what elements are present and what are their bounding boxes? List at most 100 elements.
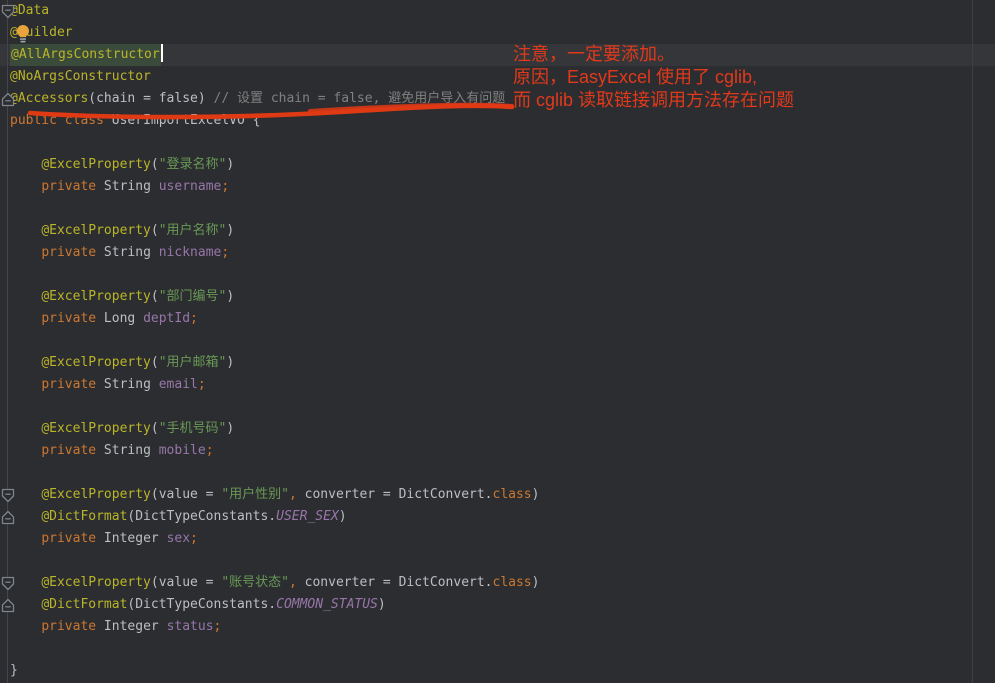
code-token: "登录名称" <box>159 157 227 172</box>
code-token: Long <box>96 311 143 326</box>
code-token: "用户名称" <box>159 223 227 238</box>
code-line[interactable]: private Long deptId; <box>0 308 995 330</box>
code-token: @ExcelProperty <box>41 223 151 238</box>
code-token: @ExcelProperty <box>41 157 151 172</box>
code-token: class <box>493 575 532 590</box>
code-line[interactable]: private String mobile; <box>0 440 995 462</box>
code-token: @ExcelProperty <box>41 355 151 370</box>
code-token: @NoArgsConstructor <box>10 69 151 84</box>
code-token: Integer <box>96 531 166 546</box>
code-token: Integer <box>96 619 166 634</box>
code-token: COMMON_STATUS <box>276 597 378 612</box>
code-line[interactable]: @DictFormat(DictTypeConstants.COMMON_STA… <box>0 594 995 616</box>
code-token: ) <box>226 223 234 238</box>
code-line[interactable]: private String email; <box>0 374 995 396</box>
code-token <box>10 289 41 304</box>
code-line[interactable]: @ExcelProperty(value = "账号状态", converter… <box>0 572 995 594</box>
code-area[interactable]: @Data @Builder@AllArgsConstructor @NoArgsC… <box>0 0 995 682</box>
code-line[interactable]: @AllArgsConstructor <box>0 44 995 66</box>
code-line[interactable] <box>0 396 995 418</box>
code-token <box>10 157 41 172</box>
code-token: ) <box>532 575 540 590</box>
code-token: ( <box>151 421 159 436</box>
code-token: sex <box>167 531 190 546</box>
fold-end-icon[interactable] <box>1 598 15 613</box>
code-token: ; <box>190 531 198 546</box>
code-line[interactable] <box>0 638 995 660</box>
code-token: @AllArgsConstructor <box>10 44 161 66</box>
code-token <box>10 179 41 194</box>
code-token: @Data <box>10 3 49 18</box>
code-line[interactable]: @DictFormat(DictTypeConstants.USER_SEX) <box>0 506 995 528</box>
code-token: private <box>41 311 96 326</box>
code-line[interactable]: @ExcelProperty("用户名称") <box>0 220 995 242</box>
code-token: ) <box>226 289 234 304</box>
code-line[interactable]: @ExcelProperty("用户邮箱") <box>0 352 995 374</box>
code-token: , <box>289 575 297 590</box>
code-line[interactable]: @Accessors(chain = false) // 设置 chain = … <box>0 88 995 110</box>
code-line[interactable]: @Builder <box>0 22 995 44</box>
code-line[interactable]: private Integer sex; <box>0 528 995 550</box>
code-token: username <box>159 179 222 194</box>
fold-end-icon[interactable] <box>1 92 15 107</box>
code-token: String <box>96 377 159 392</box>
code-token <box>57 113 65 128</box>
code-token: private <box>41 443 96 458</box>
note-line: 注意，一定要添加。 <box>513 43 794 66</box>
code-token: (value = <box>151 575 221 590</box>
editor-root[interactable]: @Data @Builder@AllArgsConstructor @NoArgsC… <box>0 0 995 683</box>
code-token: private <box>41 179 96 194</box>
code-token: @DictFormat <box>41 597 127 612</box>
code-token <box>10 531 41 546</box>
code-line[interactable]: public class UserImportExcelVO { <box>0 110 995 132</box>
code-token: ( <box>151 355 159 370</box>
code-token: ) <box>226 355 234 370</box>
code-token: converter = DictConvert. <box>297 575 493 590</box>
fold-start-icon[interactable] <box>1 488 15 503</box>
code-token: (value = <box>151 487 221 502</box>
code-token: USER_SEX <box>276 509 339 524</box>
code-line[interactable] <box>0 198 995 220</box>
code-line[interactable] <box>0 330 995 352</box>
code-token: @ExcelProperty <box>41 575 151 590</box>
code-token: String <box>96 179 159 194</box>
code-token: @DictFormat <box>41 509 127 524</box>
code-token: ) <box>226 421 234 436</box>
code-token: (chain = false) <box>88 91 213 106</box>
code-line[interactable]: private String username; <box>0 176 995 198</box>
code-token <box>10 421 41 436</box>
code-line[interactable]: private String nickname; <box>0 242 995 264</box>
code-line[interactable] <box>0 264 995 286</box>
code-line[interactable]: @ExcelProperty(value = "用户性别", converter… <box>0 484 995 506</box>
code-line[interactable] <box>0 132 995 154</box>
code-token: "用户邮箱" <box>159 355 227 370</box>
code-line[interactable]: } <box>0 660 995 682</box>
code-line[interactable]: @Data <box>0 0 995 22</box>
code-token: private <box>41 245 96 260</box>
code-token: class <box>493 487 532 502</box>
code-token: ) <box>532 487 540 502</box>
code-token: status <box>167 619 214 634</box>
code-token: String <box>96 245 159 260</box>
code-line[interactable] <box>0 462 995 484</box>
code-token: "账号状态" <box>221 575 289 590</box>
fold-end-icon[interactable] <box>1 510 15 525</box>
code-line[interactable]: @ExcelProperty("登录名称") <box>0 154 995 176</box>
code-line[interactable]: @ExcelProperty("手机号码") <box>0 418 995 440</box>
fold-start-icon[interactable] <box>1 576 15 591</box>
right-margin-guide <box>972 0 973 683</box>
code-token: , <box>289 487 297 502</box>
code-token: (DictTypeConstants. <box>127 597 276 612</box>
code-line[interactable]: @ExcelProperty("部门编号") <box>0 286 995 308</box>
intention-bulb-icon[interactable] <box>15 24 31 44</box>
code-token: } <box>10 663 18 678</box>
code-token: @ExcelProperty <box>41 289 151 304</box>
fold-start-icon[interactable] <box>1 4 15 19</box>
code-line[interactable]: private Integer status; <box>0 616 995 638</box>
code-token: ) <box>226 157 234 172</box>
code-token: "用户性别" <box>221 487 289 502</box>
code-line[interactable] <box>0 550 995 572</box>
code-token: email <box>159 377 198 392</box>
code-line[interactable]: @NoArgsConstructor <box>0 66 995 88</box>
code-token: ; <box>221 179 229 194</box>
